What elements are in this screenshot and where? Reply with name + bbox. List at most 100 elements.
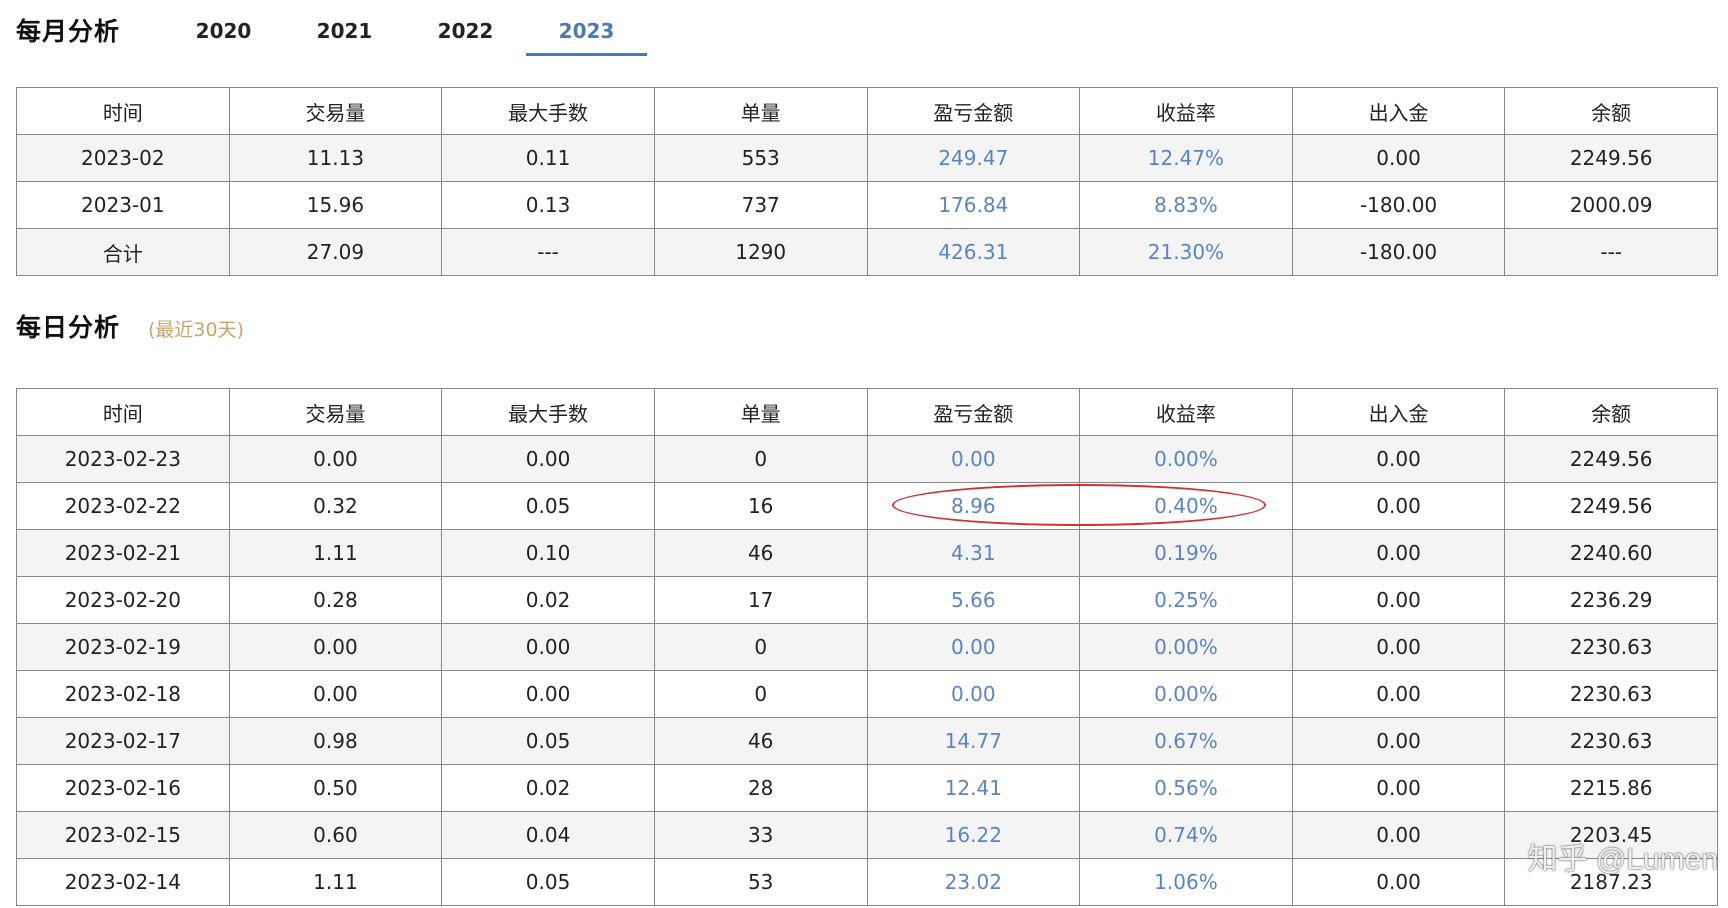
daily-cell: 0.05 bbox=[441, 717, 655, 765]
daily-cell: 0.28 bbox=[228, 576, 443, 624]
daily-table: 时间 交易量 最大手数 单量 盈亏金额 收益率 出入金 余额 2023-02-23 0.00 0.… bbox=[16, 388, 1718, 906]
daily-column-header: 单量 bbox=[653, 388, 868, 436]
monthly-section-header: 每月分析 bbox=[16, 12, 120, 48]
daily-cell: 2215.86 bbox=[1504, 764, 1718, 812]
daily-column-header: 余额 bbox=[1504, 388, 1718, 436]
daily-cell: 0.10 bbox=[441, 529, 655, 577]
daily-cell: 0.00% bbox=[1079, 623, 1293, 671]
daily-cell: 2230.63 bbox=[1504, 717, 1718, 765]
daily-cell: 2236.29 bbox=[1504, 576, 1718, 624]
monthly-cell: 2023-01 bbox=[16, 181, 230, 229]
daily-cell: 0.00 bbox=[1291, 623, 1506, 671]
daily-cell: 0 bbox=[653, 623, 868, 671]
monthly-cell: 553 bbox=[653, 134, 868, 182]
daily-cell: 2023-02-17 bbox=[16, 717, 230, 765]
monthly-cell: 8.83% bbox=[1079, 181, 1293, 229]
daily-cell: 4.31 bbox=[866, 529, 1081, 577]
daily-cell: 0.25% bbox=[1079, 576, 1293, 624]
monthly-cell: 27.09 bbox=[228, 228, 443, 276]
daily-cell: 0.00 bbox=[228, 623, 443, 671]
daily-cell: 1.11 bbox=[228, 529, 443, 577]
monthly-cell: 0.11 bbox=[441, 134, 655, 182]
monthly-cell: 0.13 bbox=[441, 181, 655, 229]
daily-cell: 0.32 bbox=[228, 482, 443, 530]
monthly-cell: 15.96 bbox=[228, 181, 443, 229]
daily-cell: 2023-02-15 bbox=[16, 811, 230, 859]
daily-cell: 0.00 bbox=[1291, 670, 1506, 718]
daily-column-header: 盈亏金额 bbox=[866, 388, 1081, 436]
daily-cell: 16 bbox=[653, 482, 868, 530]
daily-cell: 0.02 bbox=[441, 764, 655, 812]
daily-cell: 0.00 bbox=[1291, 482, 1506, 530]
daily-title: 每日分析 bbox=[16, 313, 121, 342]
daily-cell: 33 bbox=[653, 811, 868, 859]
monthly-column-header: 余额 bbox=[1504, 87, 1718, 135]
daily-column-header: 交易量 bbox=[228, 388, 443, 436]
daily-column-header: 最大手数 bbox=[441, 388, 655, 436]
tab-2020[interactable]: 2020 bbox=[163, 10, 284, 56]
daily-table-row: 2023-02-17 0.98 0.05 46 14.77 0.67% 0.00 2230.6… bbox=[16, 717, 1718, 765]
daily-cell: 0.05 bbox=[441, 858, 655, 906]
daily-cell: 2023-02-20 bbox=[16, 576, 230, 624]
monthly-cell: 176.84 bbox=[866, 181, 1081, 229]
daily-cell: 2023-02-18 bbox=[16, 670, 230, 718]
monthly-cell: 12.47% bbox=[1079, 134, 1293, 182]
daily-cell: 12.41 bbox=[866, 764, 1081, 812]
year-tabs: 2020 2021 2022 2023 bbox=[163, 10, 647, 56]
monthly-cell: 2249.56 bbox=[1504, 134, 1718, 182]
monthly-cell: 249.47 bbox=[866, 134, 1081, 182]
tab-2021[interactable]: 2021 bbox=[284, 10, 405, 56]
daily-cell: 46 bbox=[653, 529, 868, 577]
daily-cell: 2230.63 bbox=[1504, 670, 1718, 718]
daily-cell: 2023-02-22 bbox=[16, 482, 230, 530]
monthly-cell: 2023-02 bbox=[16, 134, 230, 182]
daily-table-row: 2023-02-16 0.50 0.02 28 12.41 0.56% 0.00 2215.8… bbox=[16, 764, 1718, 812]
daily-cell: 2230.63 bbox=[1504, 623, 1718, 671]
daily-cell: 46 bbox=[653, 717, 868, 765]
daily-cell: 0.04 bbox=[441, 811, 655, 859]
daily-cell: 0.00 bbox=[441, 623, 655, 671]
daily-cell: 0.00 bbox=[1291, 576, 1506, 624]
monthly-column-header: 盈亏金额 bbox=[866, 87, 1081, 135]
daily-cell: 2023-02-19 bbox=[16, 623, 230, 671]
tab-2022[interactable]: 2022 bbox=[405, 10, 526, 56]
daily-column-header: 收益率 bbox=[1079, 388, 1293, 436]
tab-2023[interactable]: 2023 bbox=[526, 10, 647, 56]
daily-cell: 0.00% bbox=[1079, 435, 1293, 483]
monthly-column-header: 交易量 bbox=[228, 87, 443, 135]
daily-subtitle: (最近30天) bbox=[148, 319, 245, 341]
monthly-cell: 11.13 bbox=[228, 134, 443, 182]
monthly-title: 每月分析 bbox=[16, 17, 121, 46]
daily-cell: 0.00 bbox=[1291, 529, 1506, 577]
daily-cell: 0.50 bbox=[228, 764, 443, 812]
monthly-cell: 737 bbox=[653, 181, 868, 229]
daily-cell: 23.02 bbox=[866, 858, 1081, 906]
monthly-table-row: 2023-01 15.96 0.13 737 176.84 8.83% -180.00 200… bbox=[16, 181, 1718, 229]
daily-cell: 0.00 bbox=[1291, 717, 1506, 765]
daily-cell: 0.60 bbox=[228, 811, 443, 859]
daily-cell: 0.00 bbox=[866, 623, 1081, 671]
daily-cell: 17 bbox=[653, 576, 868, 624]
page: 每月分析 2020 2021 2022 2023 时间 交易量 最大手数 单量 盈亏金额… bbox=[0, 0, 1728, 908]
daily-cell: 2023-02-23 bbox=[16, 435, 230, 483]
monthly-cell: 0.00 bbox=[1291, 134, 1506, 182]
daily-cell: 0.00 bbox=[441, 670, 655, 718]
monthly-cell: 2000.09 bbox=[1504, 181, 1718, 229]
monthly-cell: -180.00 bbox=[1291, 228, 1506, 276]
daily-section-header: 每日分析 (最近30天) bbox=[16, 308, 244, 344]
monthly-cell: 1290 bbox=[653, 228, 868, 276]
daily-cell: 0.00 bbox=[441, 435, 655, 483]
daily-cell: 5.66 bbox=[866, 576, 1081, 624]
daily-table-row: 2023-02-23 0.00 0.00 0 0.00 0.00% 0.00 2249.56 bbox=[16, 435, 1718, 483]
daily-cell: 2240.60 bbox=[1504, 529, 1718, 577]
monthly-column-header: 单量 bbox=[653, 87, 868, 135]
daily-cell: 8.96 bbox=[866, 482, 1081, 530]
monthly-cell: 21.30% bbox=[1079, 228, 1293, 276]
monthly-cell: 合计 bbox=[16, 228, 230, 276]
daily-cell: 0.67% bbox=[1079, 717, 1293, 765]
daily-cell: 53 bbox=[653, 858, 868, 906]
daily-cell: 0.00% bbox=[1079, 670, 1293, 718]
daily-cell: 0.00 bbox=[228, 435, 443, 483]
daily-cell: 16.22 bbox=[866, 811, 1081, 859]
daily-cell: 0.00 bbox=[228, 670, 443, 718]
